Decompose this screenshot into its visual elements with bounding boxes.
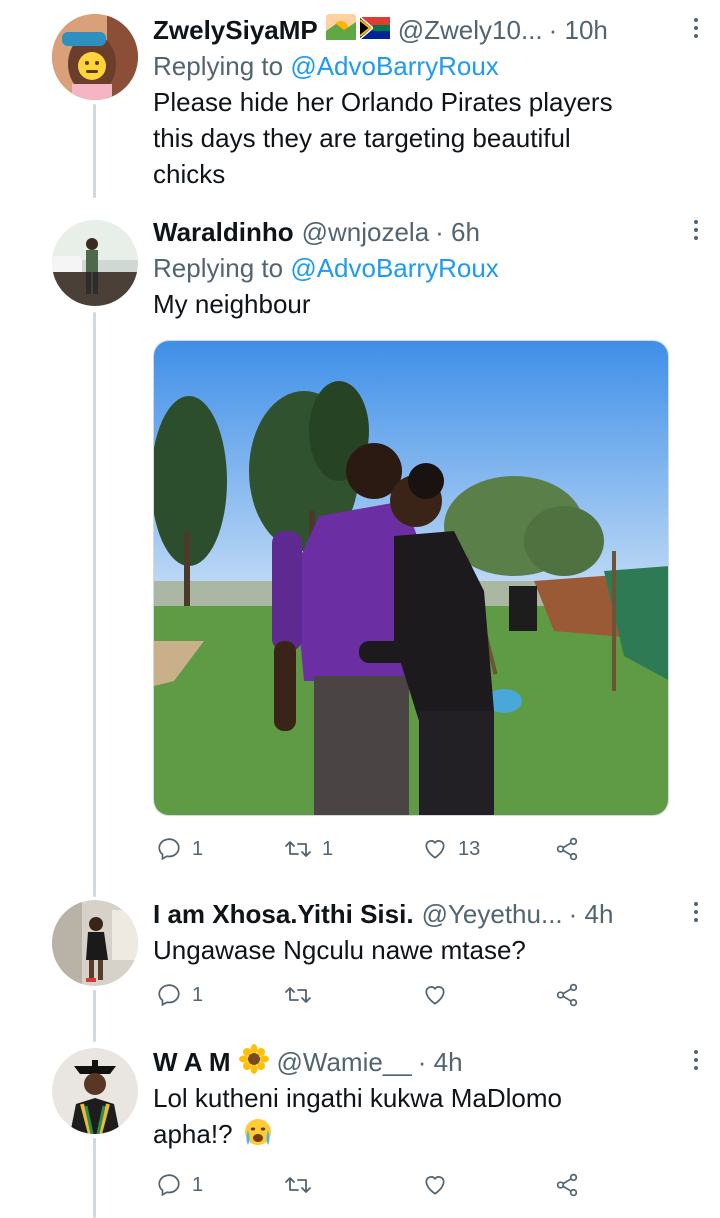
crying-face-emoji-icon <box>242 1117 274 1156</box>
display-name[interactable]: Waraldinho <box>153 217 294 248</box>
south-africa-flag-icon <box>359 15 390 46</box>
like-count: 13 <box>458 837 481 860</box>
user-handle[interactable]: @Yeyethu... <box>422 899 563 930</box>
retweet-button[interactable]: 1 <box>284 832 333 866</box>
share-button[interactable] <box>554 1168 580 1202</box>
share-icon <box>556 837 578 861</box>
user-handle[interactable]: @wnjozela <box>302 217 430 248</box>
reply-count: 1 <box>192 1173 204 1196</box>
display-name[interactable]: W A M <box>153 1047 231 1078</box>
user-handle[interactable]: @Zwely10... <box>398 15 543 46</box>
heart-icon <box>425 840 445 859</box>
avatar[interactable] <box>52 14 138 100</box>
heart-icon <box>425 1176 445 1195</box>
share-button[interactable] <box>554 978 580 1012</box>
more-options-icon[interactable] <box>690 14 702 46</box>
reply-icon <box>158 984 180 1007</box>
avatar[interactable] <box>52 1048 138 1134</box>
more-options-icon[interactable] <box>690 898 702 930</box>
reply-count: 1 <box>192 837 204 860</box>
like-button[interactable]: 13 <box>422 832 480 866</box>
tweet[interactable]: ZwelySiyaMP @Zwely10... · 10h Replying t… <box>0 0 720 200</box>
share-icon <box>556 983 578 1007</box>
reply-button[interactable]: 1 <box>156 978 203 1012</box>
reply-button[interactable]: 1 <box>156 832 203 866</box>
tweet-photo[interactable] <box>153 340 669 816</box>
retweet-button[interactable] <box>284 1168 322 1202</box>
user-handle[interactable]: @Wamie__ <box>277 1047 412 1078</box>
timestamp[interactable]: · 6h <box>435 217 480 248</box>
retweet-icon <box>285 1177 311 1193</box>
heart-icon <box>425 986 445 1005</box>
reply-count: 1 <box>192 983 204 1006</box>
more-options-icon[interactable] <box>690 216 702 248</box>
display-name[interactable]: I am Xhosa.Yithi Sisi. <box>153 899 414 930</box>
share-button[interactable] <box>554 832 580 866</box>
avatar[interactable] <box>52 220 138 306</box>
mention-link[interactable]: @AdvoBarryRoux <box>290 253 498 283</box>
reply-icon <box>158 838 180 861</box>
tweet-actions: 1 <box>156 1168 596 1202</box>
like-button[interactable] <box>422 1168 458 1202</box>
tweet-text: My neighbour <box>153 289 311 319</box>
reply-icon <box>158 1174 180 1197</box>
timestamp[interactable]: · 4h <box>418 1047 463 1078</box>
reply-button[interactable]: 1 <box>156 1168 203 1202</box>
tweet-actions: 1 1 13 <box>156 832 596 866</box>
avatar[interactable] <box>52 900 138 986</box>
display-name[interactable]: ZwelySiyaMP <box>153 15 318 46</box>
tweet-text: Please hide her Orlando Pirates players … <box>153 87 613 189</box>
sunflower-emoji-icon <box>238 1043 269 1081</box>
retweet-button[interactable] <box>284 978 322 1012</box>
tweet-text: Ungawase Ngculu nawe mtase? <box>153 935 526 965</box>
retweet-count: 1 <box>322 837 334 860</box>
retweet-icon <box>285 987 311 1003</box>
mention-link[interactable]: @AdvoBarryRoux <box>290 51 498 81</box>
tweet-text: Lol kutheni ingathi kukwa MaDlomo apha!? <box>153 1080 680 1156</box>
sunrise-emoji-icon <box>325 13 356 47</box>
timestamp[interactable]: · 4h <box>569 899 614 930</box>
more-options-icon[interactable] <box>690 1046 702 1078</box>
retweet-icon <box>285 841 311 857</box>
timestamp[interactable]: · 10h <box>549 15 608 46</box>
replying-to: Replying to @AdvoBarryRoux <box>153 253 499 283</box>
like-button[interactable] <box>422 978 458 1012</box>
share-icon <box>556 1173 578 1197</box>
tweet-actions: 1 <box>156 978 596 1012</box>
replying-to: Replying to @AdvoBarryRoux <box>153 51 499 81</box>
